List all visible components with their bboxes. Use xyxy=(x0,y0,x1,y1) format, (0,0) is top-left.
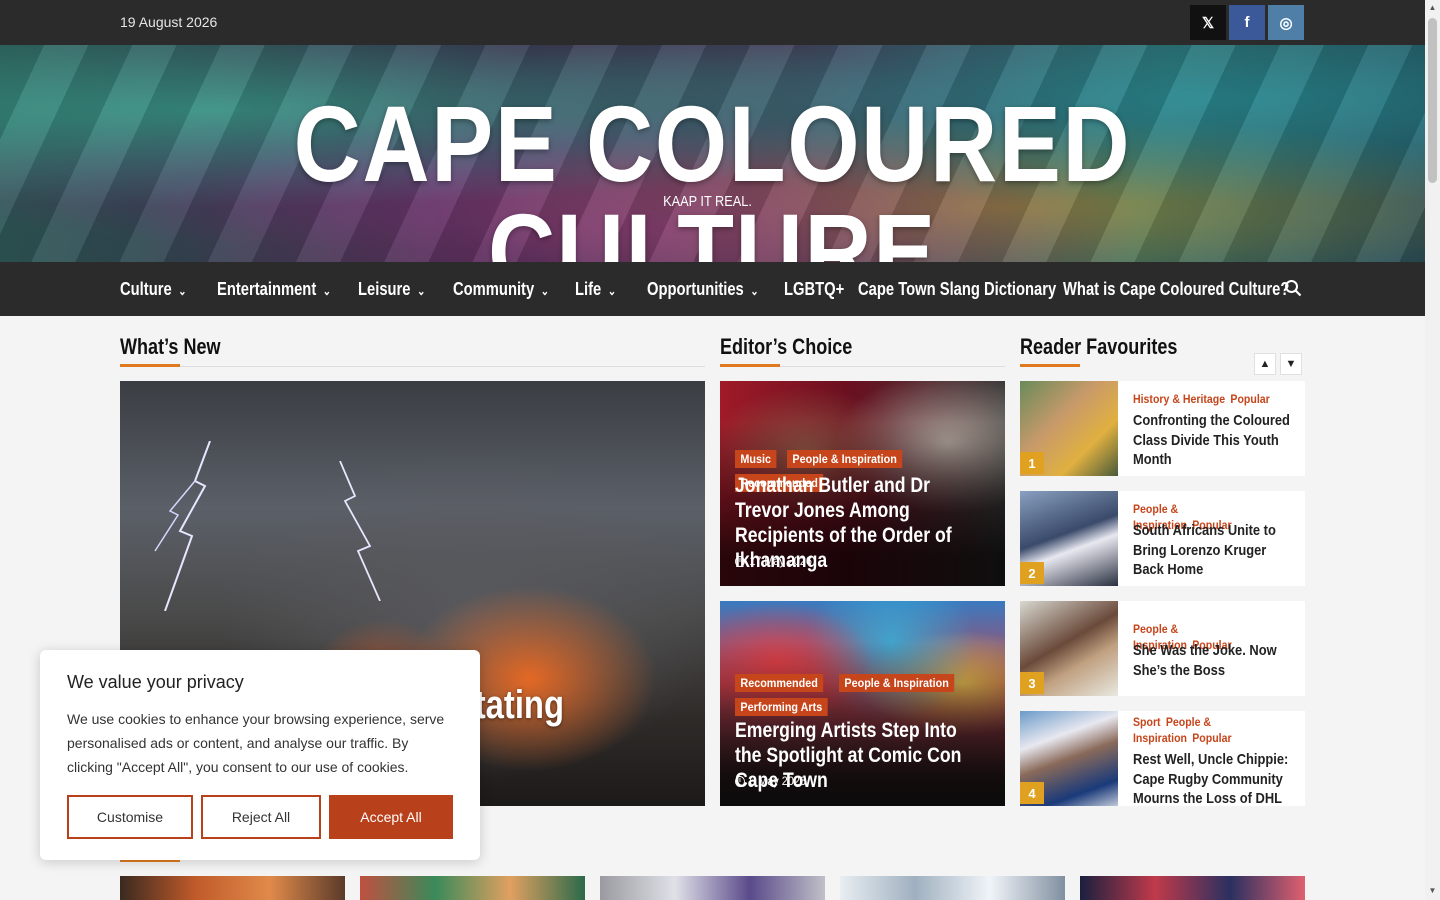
section-underline xyxy=(120,364,180,367)
page-scrollbar[interactable]: ▲ ▼ xyxy=(1425,0,1440,900)
article-thumbnail[interactable] xyxy=(600,876,825,900)
site-header-banner: CAPE COLOURED CULTURE KAAP IT REAL. xyxy=(0,45,1425,262)
article-thumbnail[interactable] xyxy=(360,876,585,900)
carousel-down-button[interactable]: ▼ xyxy=(1280,353,1302,375)
clock-icon xyxy=(735,775,745,787)
chevron-down-icon: ⌄ xyxy=(607,284,617,298)
scrollbar-thumb[interactable] xyxy=(1428,18,1437,183)
lightning-graphic xyxy=(339,461,381,601)
favourite-item[interactable]: 1 History & Heritage Popular Confronting … xyxy=(1020,381,1305,476)
category-list: History & Heritage Popular xyxy=(1133,391,1278,407)
customise-button[interactable]: Customise xyxy=(67,795,193,839)
nav-item-culture[interactable]: Culture ⌄ xyxy=(120,279,186,300)
search-icon[interactable] xyxy=(1284,279,1302,297)
nav-item-leisure[interactable]: Leisure ⌄ xyxy=(358,279,425,300)
category-tag[interactable]: Music xyxy=(735,450,777,468)
chevron-down-icon: ⌄ xyxy=(322,284,332,298)
rank-badge: 1 xyxy=(1020,452,1044,474)
top-bar: 19 August 2026 𝕏 f ◎ xyxy=(0,0,1425,45)
nav-item-entertainment[interactable]: Entertainment ⌄ xyxy=(217,279,331,300)
nav-label: Entertainment xyxy=(217,279,317,299)
accept-all-button[interactable]: Accept All xyxy=(329,795,453,839)
current-date: 19 August 2026 xyxy=(120,14,218,30)
chevron-down-icon: ⌄ xyxy=(417,284,426,298)
cookie-body: We use cookies to enhance your browsing … xyxy=(67,711,445,775)
category-link[interactable]: Sport xyxy=(1133,715,1161,729)
section-underline xyxy=(720,364,780,367)
section-underline xyxy=(1020,364,1080,367)
favourite-item[interactable]: 2 People & Inspiration Popular South Afri… xyxy=(1020,491,1305,586)
article-date: 6 May 2026 xyxy=(735,774,806,788)
nav-item-opportunities[interactable]: Opportunities ⌄ xyxy=(647,279,759,300)
rank-badge: 2 xyxy=(1020,562,1044,584)
scroll-up-icon[interactable]: ▲ xyxy=(1428,3,1437,12)
article-thumbnail[interactable] xyxy=(840,876,1065,900)
rank-badge: 3 xyxy=(1020,672,1044,694)
carousel-up-button[interactable]: ▲ xyxy=(1254,353,1276,375)
main-navigation: Culture ⌄ Entertainment ⌄ Leisure ⌄ Communi… xyxy=(0,262,1425,316)
rank-badge: 4 xyxy=(1020,782,1044,804)
cookie-title: We value your privacy xyxy=(67,672,244,692)
section-heading-reader-favourites: Reader Favourites xyxy=(1020,334,1178,359)
category-tag[interactable]: People & Inspiration xyxy=(839,674,955,692)
article-title[interactable]: South Africans Unite to Bring Lorenzo Kr… xyxy=(1133,521,1296,580)
nav-label: Leisure xyxy=(358,279,411,299)
date-text: 6 May 2026 xyxy=(749,774,806,788)
chevron-down-icon: ⌄ xyxy=(750,284,759,298)
tag-list: Recommended People & Inspiration Perform… xyxy=(735,674,995,716)
chevron-down-icon: ⌄ xyxy=(178,284,187,298)
section-heading-editors-choice: Editor’s Choice xyxy=(720,334,853,359)
date-text: 17 May 2026 xyxy=(749,554,812,568)
chevron-down-icon: ⌄ xyxy=(540,284,549,298)
article-title[interactable]: Rest Well, Uncle Chippie: Cape Rugby Com… xyxy=(1133,750,1296,809)
category-list: Sport People & Inspiration Popular xyxy=(1133,714,1278,746)
instagram-icon[interactable]: ◎ xyxy=(1268,5,1304,40)
category-link[interactable]: Popular xyxy=(1192,731,1231,745)
facebook-icon[interactable]: f xyxy=(1229,5,1265,40)
favourite-item[interactable]: 4 Sport People & Inspiration Popular Rest … xyxy=(1020,711,1305,809)
nav-label: Culture xyxy=(120,279,172,299)
category-tag[interactable]: Performing Arts xyxy=(735,698,828,716)
nav-item-community[interactable]: Community ⌄ xyxy=(453,279,549,300)
editors-choice-card[interactable]: Recommended People & Inspiration Perform… xyxy=(720,601,1005,806)
category-tag[interactable]: People & Inspiration xyxy=(787,450,903,468)
cookie-consent-dialog: We value your privacy We use cookies to … xyxy=(40,650,480,860)
nav-item-lgbtq[interactable]: LGBTQ+ xyxy=(784,279,844,300)
section-rule xyxy=(180,366,705,367)
category-link[interactable]: Popular xyxy=(1230,392,1269,406)
lightning-graphic xyxy=(154,441,211,611)
nav-label: Community xyxy=(453,279,535,299)
site-tagline: KAAP IT REAL. xyxy=(663,193,752,210)
article-thumbnail[interactable] xyxy=(120,876,345,900)
nav-item-life[interactable]: Life ⌄ xyxy=(575,279,616,300)
category-link[interactable]: History & Heritage xyxy=(1133,392,1225,406)
reject-all-button[interactable]: Reject All xyxy=(201,795,321,839)
article-thumbnail[interactable] xyxy=(1080,876,1305,900)
nav-item-what-is-cape-coloured-culture[interactable]: What is Cape Coloured Culture? xyxy=(1063,279,1289,300)
section-heading-whats-new: What’s New xyxy=(120,334,221,359)
article-title[interactable]: Confronting the Coloured Class Divide Th… xyxy=(1133,411,1296,470)
section-rule xyxy=(780,366,1005,367)
nav-label: Life xyxy=(575,279,602,299)
clock-icon xyxy=(735,555,745,567)
site-title[interactable]: CAPE COLOURED CULTURE xyxy=(100,90,1326,263)
x-twitter-icon[interactable]: 𝕏 xyxy=(1190,5,1226,40)
article-title[interactable]: She Was the Joke. Now She’s the Boss xyxy=(1133,641,1296,680)
nav-item-slang-dictionary[interactable]: Cape Town Slang Dictionary xyxy=(858,279,1056,300)
category-tag[interactable]: Recommended xyxy=(735,674,824,692)
scroll-down-icon[interactable]: ▼ xyxy=(1428,886,1437,895)
favourite-item[interactable]: 3 People & Inspiration Popular She Was th… xyxy=(1020,601,1305,696)
editors-choice-card[interactable]: Music People & Inspiration Recommended J… xyxy=(720,381,1005,586)
nav-label: Opportunities xyxy=(647,279,744,299)
article-date: 17 May 2026 xyxy=(735,554,812,568)
